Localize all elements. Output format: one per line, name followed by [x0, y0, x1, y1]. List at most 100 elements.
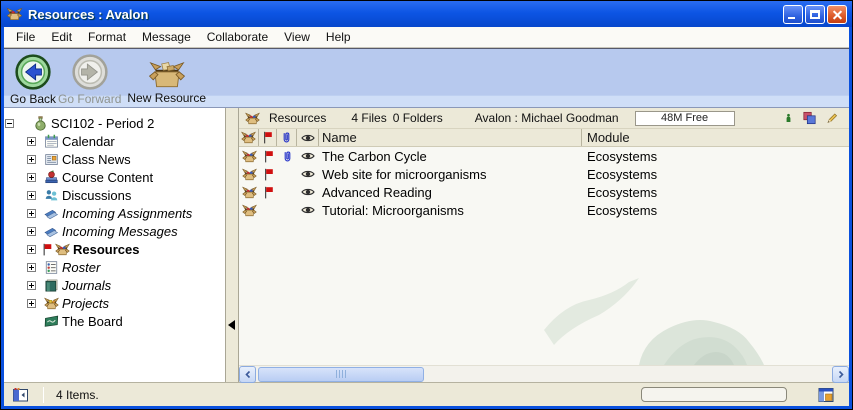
menu-file[interactable]: File — [8, 28, 43, 46]
expand-icon[interactable] — [27, 137, 36, 146]
tree-item-discussions[interactable]: Discussions — [4, 186, 225, 204]
items-count: 4 Items. — [56, 388, 99, 402]
toolbar: Go Back Go Forward New Resource — [4, 48, 849, 108]
resource-box-icon — [242, 185, 257, 200]
owner-label: Avalon : Michael Goodman — [475, 111, 619, 125]
paperclip-icon[interactable] — [281, 131, 292, 144]
tree-item-course-content[interactable]: Course Content — [4, 168, 225, 186]
minimize-icon — [788, 17, 795, 19]
resource-name[interactable]: Advanced Reading — [319, 185, 582, 200]
resource-box-icon — [242, 149, 257, 164]
chevron-left-icon — [244, 370, 252, 379]
new-resource-button[interactable]: New Resource — [127, 53, 206, 105]
scrollbar-thumb[interactable] — [258, 367, 424, 382]
resource-box-icon — [55, 242, 70, 257]
go-forward-button[interactable]: Go Forward — [58, 53, 121, 106]
tree-item-label: Resources — [73, 242, 139, 257]
resource-module: Ecosystems — [582, 185, 849, 200]
tree-item-the-board[interactable]: The Board — [4, 312, 225, 330]
tree-item-label: Course Content — [62, 170, 153, 185]
panel-header: Resources 4 Files 0 Folders Avalon : Mic… — [239, 108, 849, 129]
expand-icon[interactable] — [27, 191, 36, 200]
table-row[interactable]: The Carbon Cycle Ecosystems — [239, 147, 849, 165]
eye-icon[interactable] — [301, 168, 315, 180]
class-news-icon — [44, 152, 59, 167]
scroll-right-button[interactable] — [832, 366, 849, 383]
tree-item-calendar[interactable]: Calendar — [4, 132, 225, 150]
tree-item-label: Incoming Messages — [62, 224, 178, 239]
scroll-left-button[interactable] — [239, 366, 256, 383]
expand-icon[interactable] — [27, 209, 36, 218]
flag-icon — [263, 186, 274, 199]
discussions-icon — [44, 188, 59, 203]
panel-splitter[interactable] — [225, 108, 239, 382]
resource-name[interactable]: The Carbon Cycle — [319, 149, 582, 164]
expand-icon[interactable] — [27, 227, 36, 236]
menu-help[interactable]: Help — [318, 28, 359, 46]
expand-icon[interactable] — [27, 281, 36, 290]
resource-box-icon[interactable] — [241, 130, 256, 145]
eye-icon[interactable] — [301, 186, 315, 198]
expand-icon[interactable] — [27, 173, 36, 182]
tree-item-projects[interactable]: Projects — [4, 294, 225, 312]
expand-icon[interactable] — [27, 245, 36, 254]
window-title: Resources : Avalon — [28, 7, 148, 22]
close-button[interactable] — [827, 5, 847, 24]
tree-item-course-root[interactable]: SCI102 - Period 2 — [4, 114, 225, 132]
tree-item-incoming-messages[interactable]: Incoming Messages — [4, 222, 225, 240]
paperclip-icon — [282, 150, 293, 163]
menu-edit[interactable]: Edit — [43, 28, 80, 46]
eye-icon[interactable] — [301, 132, 315, 144]
menu-collaborate[interactable]: Collaborate — [199, 28, 276, 46]
menu-format[interactable]: Format — [80, 28, 134, 46]
flag-icon — [42, 243, 52, 256]
go-forward-icon — [71, 53, 109, 91]
column-header-module[interactable]: Module — [582, 129, 849, 146]
menu-message[interactable]: Message — [134, 28, 199, 46]
panel-toggle-icon[interactable] — [12, 387, 29, 403]
table-row[interactable]: Tutorial: Microorganisms Ecosystems — [239, 201, 849, 219]
maximize-button[interactable] — [805, 5, 825, 24]
layers-icon[interactable] — [802, 111, 817, 125]
resource-module: Ecosystems — [582, 149, 849, 164]
projects-icon — [44, 296, 59, 311]
table-row[interactable]: Web site for microorganisms Ecosystems — [239, 165, 849, 183]
table-row[interactable]: Advanced Reading Ecosystems — [239, 183, 849, 201]
menu-view[interactable]: View — [276, 28, 318, 46]
resource-name[interactable]: Tutorial: Microorganisms — [319, 203, 582, 218]
tree-item-label: Discussions — [62, 188, 131, 203]
flask-icon — [33, 116, 48, 131]
tree-item-roster[interactable]: Roster — [4, 258, 225, 276]
tree-item-label: The Board — [62, 314, 123, 329]
app-box-icon — [6, 6, 23, 22]
tree-item-resources[interactable]: Resources — [4, 240, 225, 258]
expand-icon[interactable] — [27, 155, 36, 164]
flag-icon — [263, 168, 274, 181]
resource-box-icon — [245, 111, 260, 126]
horizontal-scrollbar[interactable] — [239, 365, 849, 382]
calendar-icon — [44, 134, 59, 149]
collapse-icon[interactable] — [5, 119, 14, 128]
tree-item-journals[interactable]: Journals — [4, 276, 225, 294]
layout-toggle-icon[interactable] — [817, 387, 835, 403]
column-header-name[interactable]: Name — [319, 129, 582, 146]
books-icon — [44, 206, 59, 221]
expand-icon[interactable] — [27, 299, 36, 308]
thumb-grip — [336, 370, 347, 378]
background-watermark — [544, 270, 794, 365]
tree-item-incoming-assignments[interactable]: Incoming Assignments — [4, 204, 225, 222]
expand-icon[interactable] — [27, 263, 36, 272]
status-progress-field — [641, 387, 787, 402]
eye-icon[interactable] — [301, 150, 315, 162]
pencil-icon[interactable] — [826, 111, 839, 125]
tree-item-class-news[interactable]: Class News — [4, 150, 225, 168]
eye-icon[interactable] — [301, 204, 315, 216]
board-icon — [44, 314, 59, 329]
collapse-arrow-icon[interactable] — [228, 320, 235, 330]
flag-icon[interactable] — [262, 131, 273, 144]
person-icon[interactable] — [784, 111, 793, 125]
minimize-button[interactable] — [783, 5, 803, 24]
resource-name[interactable]: Web site for microorganisms — [319, 167, 582, 182]
go-back-button[interactable]: Go Back — [10, 53, 56, 106]
app-window: Resources : Avalon File Edit Format Mess… — [0, 0, 853, 410]
